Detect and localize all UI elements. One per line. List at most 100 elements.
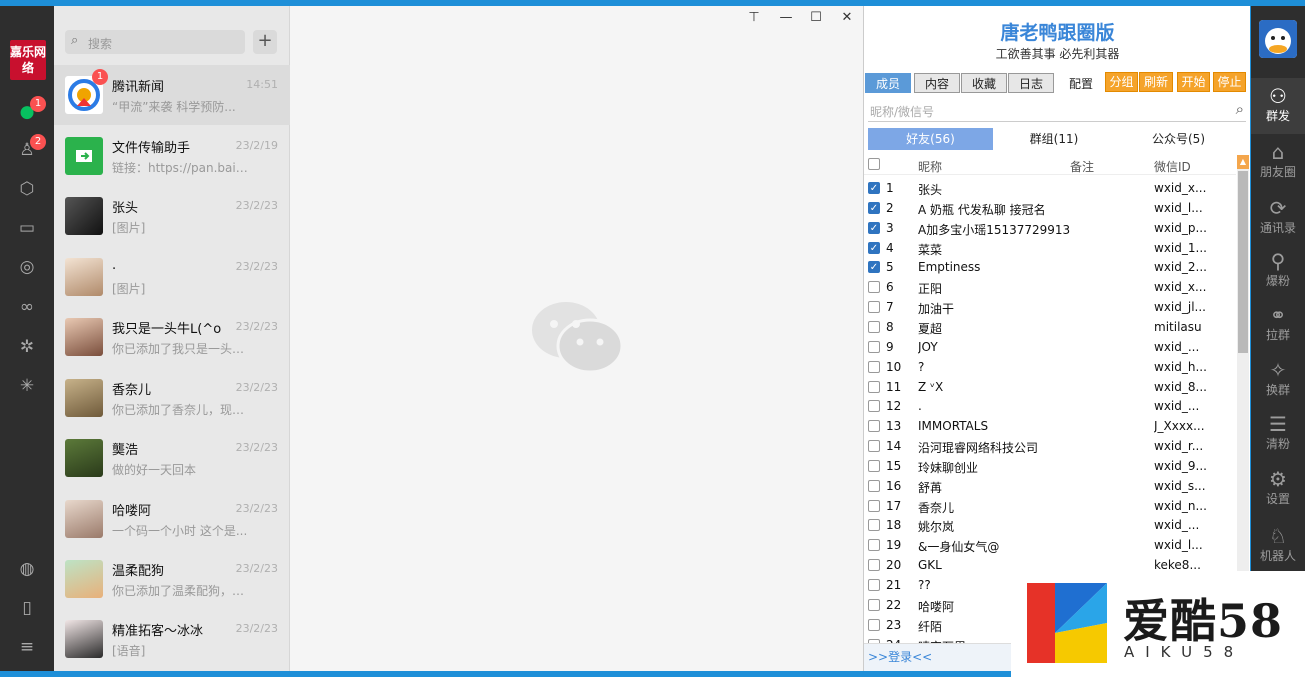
table-row[interactable]: ✓ 3 A加多宝小瑶15137729913 wxid_p... <box>864 218 1236 238</box>
func-contacts[interactable]: ⟳ 通讯录 <box>1251 190 1305 246</box>
row-checkbox[interactable]: ✓ <box>868 221 880 234</box>
table-row[interactable]: 14 沿河琨睿网络科技公司 wxid_r... <box>864 436 1236 456</box>
table-row[interactable]: 16 舒苒 wxid_s... <box>864 476 1236 496</box>
row-checkbox[interactable] <box>868 598 880 611</box>
row-checkbox[interactable] <box>868 539 880 552</box>
row-checkbox[interactable] <box>868 459 880 472</box>
func-pull-group[interactable]: ⚭ 拉群 <box>1251 297 1305 353</box>
select-all-checkbox[interactable] <box>868 158 880 170</box>
group-button[interactable]: 分组 <box>1105 72 1138 92</box>
subtab-friends[interactable]: 好友(56) <box>868 128 993 150</box>
folder-icon[interactable]: ▭ <box>16 217 38 239</box>
scrollbar[interactable]: ▲ <box>1237 155 1249 643</box>
table-row[interactable]: 11 Z ᵛX wxid_8... <box>864 377 1236 397</box>
subtab-official-accounts[interactable]: 公众号(5) <box>1116 128 1241 150</box>
row-checkbox[interactable] <box>868 281 880 294</box>
chat-item[interactable]: 龑浩 23/2/23 做的好一天回本 <box>54 428 290 488</box>
refresh-button[interactable]: 刷新 <box>1139 72 1173 92</box>
stop-button[interactable]: 停止 <box>1213 72 1246 92</box>
minimize-button[interactable]: — <box>776 10 796 25</box>
menu-icon[interactable]: ≡ <box>16 636 38 658</box>
subtab-groups[interactable]: 群组(11) <box>994 128 1114 150</box>
tab-members[interactable]: 成员 <box>865 73 911 93</box>
miniprogram-icon[interactable]: ✳ <box>16 375 38 397</box>
search-icon[interactable]: ✲ <box>16 336 38 358</box>
chat-item[interactable]: 香奈儿 23/2/23 你已添加了香奈儿，现在... <box>54 368 290 428</box>
phone-icon[interactable]: ▯ <box>16 597 38 619</box>
func-change-group[interactable]: ✧ 换群 <box>1251 352 1305 408</box>
table-row[interactable]: 12. wxid_... <box>864 396 1236 416</box>
close-button[interactable]: ✕ <box>837 10 857 25</box>
chat-item[interactable]: 文件传输助手 23/2/19 链接：https://pan.baid... <box>54 126 290 186</box>
table-row[interactable]: 15 玲妹聊创业 wxid_9... <box>864 456 1236 476</box>
row-checkbox[interactable] <box>868 618 880 631</box>
func-mass-send[interactable]: ⚇ 群发 <box>1251 78 1305 134</box>
tab-log[interactable]: 日志 <box>1008 73 1054 93</box>
table-row[interactable]: ✓ 4 菜菜 wxid_1... <box>864 238 1236 258</box>
row-checkbox[interactable] <box>868 340 880 353</box>
moments-icon[interactable]: ◎ <box>16 256 38 278</box>
pin-button[interactable]: ⊤ <box>744 10 764 25</box>
row-checkbox[interactable] <box>868 579 880 591</box>
row-checkbox[interactable]: ✓ <box>868 241 880 254</box>
row-checkbox[interactable] <box>868 420 880 433</box>
chat-item[interactable]: 我只是一头牛ᒪ(^o 23/2/23 你已添加了我只是一头牛... <box>54 307 290 367</box>
maximize-button[interactable]: ☐ <box>806 10 826 25</box>
row-checkbox[interactable] <box>868 479 880 492</box>
row-checkbox[interactable]: ✓ <box>868 261 880 274</box>
func-fans[interactable]: ⚲ 爆粉 <box>1251 243 1305 299</box>
channels-icon[interactable]: ∞ <box>16 296 38 318</box>
row-checkbox[interactable] <box>868 519 880 532</box>
table-row[interactable]: ✓ 1 张头 wxid_x... <box>864 178 1236 198</box>
table-row[interactable]: 13 IMMORTALS J_Xxxx... <box>864 416 1236 436</box>
chat-time: 23/2/23 <box>235 441 278 454</box>
chat-name: 文件传输助手 <box>112 141 191 156</box>
tab-content[interactable]: 内容 <box>914 73 960 93</box>
miniprogram-link-icon[interactable]: ◍ <box>16 558 38 580</box>
row-checkbox[interactable] <box>868 320 880 333</box>
table-row[interactable]: ✓ 5 Emptiness wxid_2... <box>864 257 1236 277</box>
table-row[interactable]: 10? wxid_h... <box>864 357 1236 377</box>
func-robot[interactable]: ♘ 机器人 <box>1251 518 1305 574</box>
row-nickname: 姚尔岚 <box>918 520 955 535</box>
row-checkbox[interactable]: ✓ <box>868 201 880 214</box>
row-checkbox[interactable]: ✓ <box>868 182 880 194</box>
table-row[interactable]: 7 加油干 wxid_jl... <box>864 297 1236 317</box>
row-checkbox[interactable] <box>868 380 880 393</box>
scroll-thumb[interactable] <box>1238 171 1248 353</box>
start-button[interactable]: 开始 <box>1177 72 1210 92</box>
table-row[interactable]: ✓ 2 A 奶瓶 代发私聊 接冠名 wxid_l... <box>864 198 1236 218</box>
cube-icon[interactable]: ⬡ <box>16 178 38 200</box>
chat-item[interactable]: . 23/2/23 [图片] <box>54 247 290 307</box>
tab-config[interactable]: 配置 <box>1058 73 1104 93</box>
row-checkbox[interactable] <box>868 499 880 512</box>
scroll-up-icon[interactable]: ▲ <box>1237 155 1249 169</box>
chat-item[interactable]: 张头 23/2/23 [图片] <box>54 186 290 246</box>
chat-item[interactable]: 温柔配狗 23/2/23 你已添加了温柔配狗，现... <box>54 549 290 609</box>
chat-item[interactable]: 精准拓客～冰冰 23/2/23 [语音] <box>54 609 290 669</box>
row-checkbox[interactable] <box>868 559 880 572</box>
func-clear-fans[interactable]: ☰ 清粉 <box>1251 406 1305 462</box>
table-row[interactable]: 19 &一身仙女气@ wxid_l... <box>864 535 1236 555</box>
func-settings[interactable]: ⚙ 设置 <box>1251 461 1305 517</box>
chat-time: 23/2/23 <box>235 502 278 515</box>
member-search-input[interactable]: 昵称/微信号 ⌕ <box>868 98 1246 122</box>
search-icon[interactable]: ⌕ <box>1236 100 1244 118</box>
row-checkbox[interactable] <box>868 360 880 373</box>
table-row[interactable]: 6 正阳 wxid_x... <box>864 277 1236 297</box>
table-row[interactable]: 17 香奈儿 wxid_n... <box>864 496 1236 516</box>
table-row[interactable]: 9 JOY wxid_... <box>864 337 1236 357</box>
chat-item[interactable]: 哈喽阿 23/2/23 一个码一个小时 这个是... <box>54 489 290 549</box>
chat-item[interactable]: 1 腾讯新闻 14:51 “甲流”来袭 科学预防... <box>54 65 290 125</box>
add-button[interactable]: + <box>253 30 277 54</box>
row-checkbox[interactable] <box>868 440 880 453</box>
func-moments[interactable]: ⌂ 朋友圈 <box>1251 134 1305 190</box>
table-row[interactable]: 18 姚尔岚 wxid_... <box>864 515 1236 535</box>
row-nickname: 沿河琨睿网络科技公司 <box>918 441 1039 456</box>
search-box[interactable]: ⌕ 搜索 <box>65 30 245 54</box>
row-checkbox[interactable] <box>868 301 880 314</box>
tab-favorites[interactable]: 收藏 <box>961 73 1007 93</box>
table-row[interactable]: 8 夏超 mitilasu <box>864 317 1236 337</box>
login-link[interactable]: >>登录<< <box>868 648 932 665</box>
row-checkbox[interactable] <box>868 400 880 413</box>
